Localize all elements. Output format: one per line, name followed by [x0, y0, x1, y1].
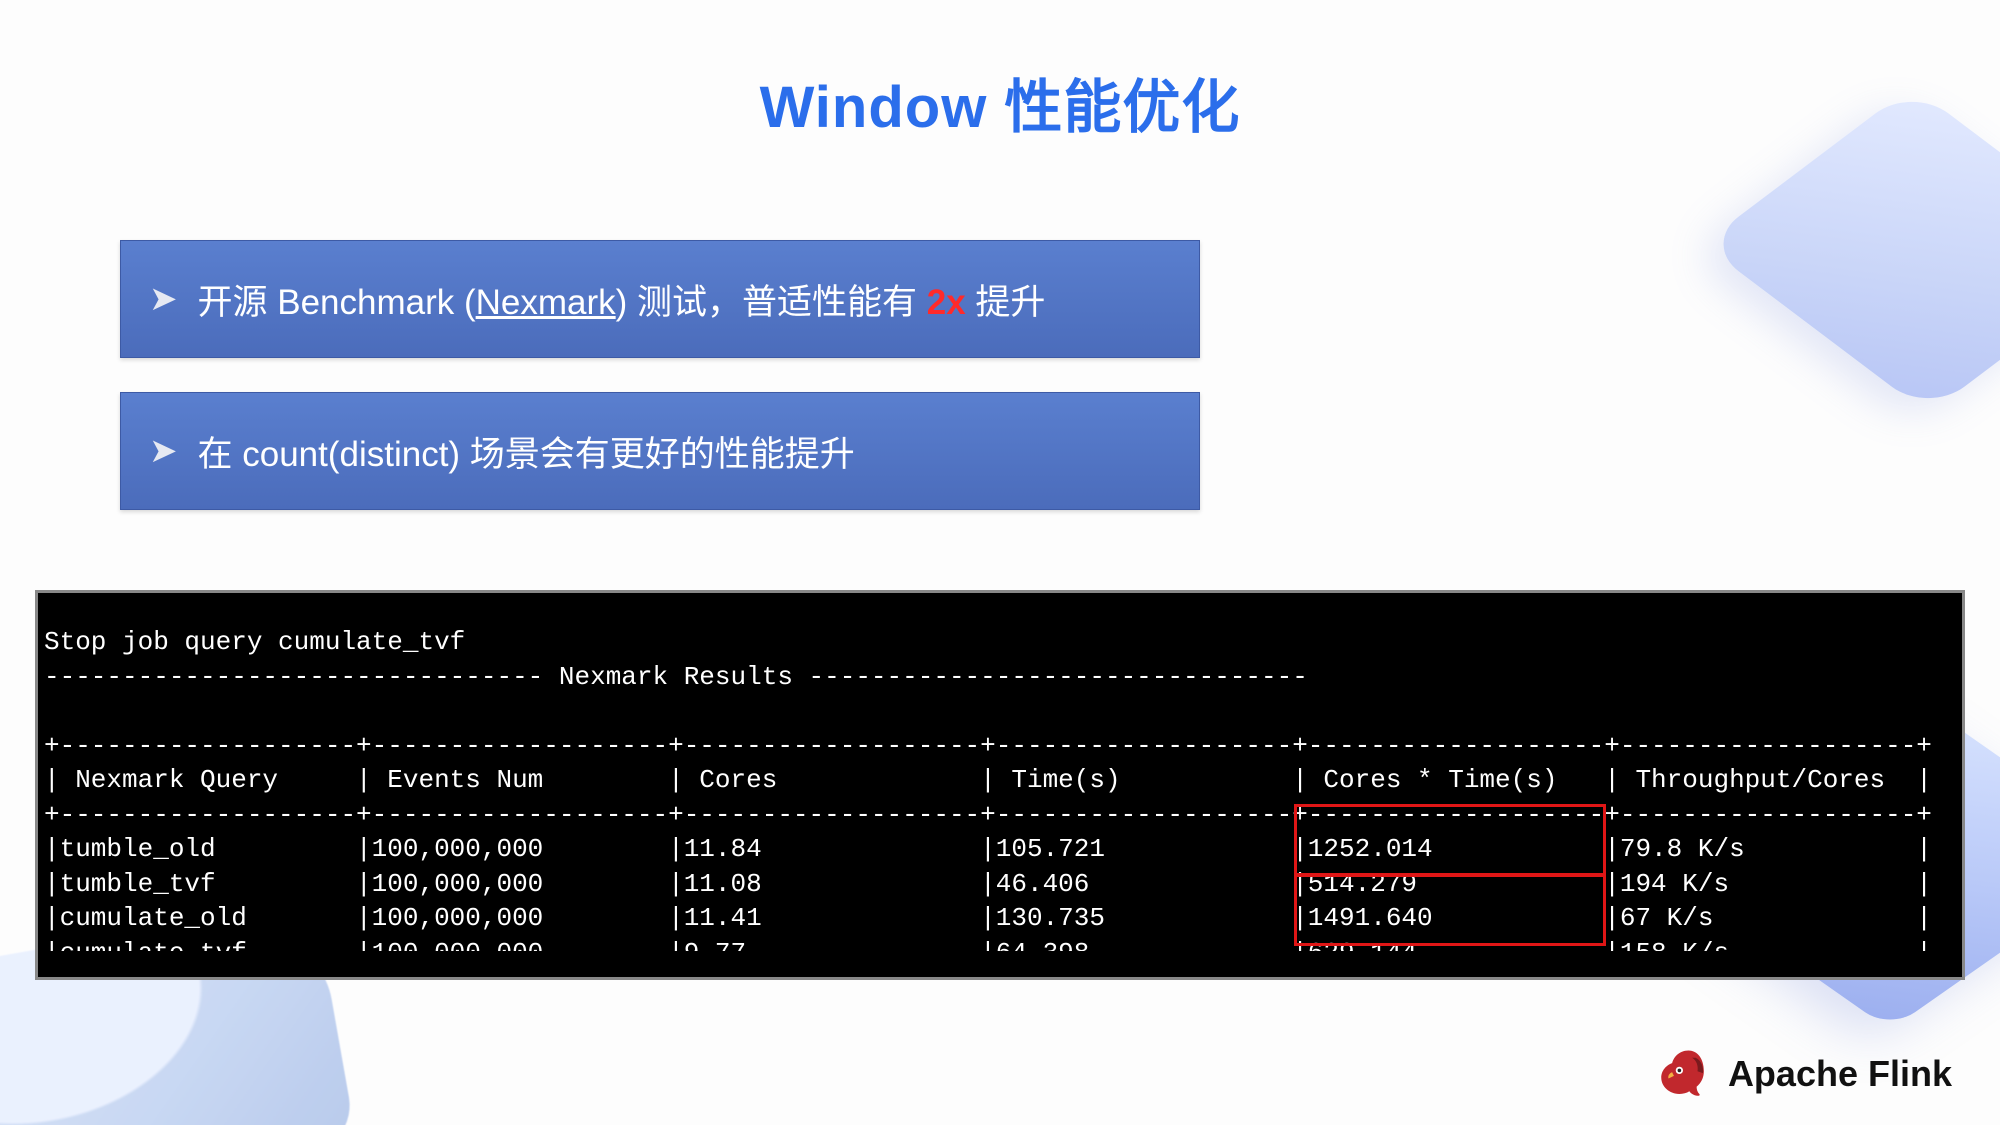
- nexmark-link[interactable]: Nexmark: [476, 283, 616, 322]
- footer-brand-label: Apache Flink: [1728, 1053, 1952, 1095]
- bullet-arrow-icon: ➤: [149, 279, 178, 319]
- bullet-1-highlight: 2x: [927, 283, 966, 322]
- terminal-output: Stop job query cumulate_tvf ------------…: [38, 619, 1962, 951]
- bullet-1-post: 提升: [966, 283, 1046, 322]
- bullet-benchmark-text: 开源 Benchmark (Nexmark) 测试，普适性能有 2x 提升: [198, 274, 1046, 325]
- slide-title: Window 性能优化: [0, 60, 2000, 144]
- footer-brand: Apache Flink: [1654, 1045, 1952, 1103]
- bullet-arrow-icon: ➤: [149, 431, 178, 471]
- bullet-2-text: 在 count(distinct) 场景会有更好的性能提升: [198, 426, 855, 477]
- bullet-1-pre: 开源 Benchmark (: [198, 283, 476, 322]
- bullet-1-mid: ) 测试，普适性能有: [616, 283, 927, 322]
- bullet-benchmark: ➤ 开源 Benchmark (Nexmark) 测试，普适性能有 2x 提升: [120, 240, 1200, 358]
- terminal-panel: Stop job query cumulate_tvf ------------…: [35, 590, 1965, 980]
- flink-squirrel-icon: [1654, 1045, 1712, 1103]
- bullet-count-distinct: ➤ 在 count(distinct) 场景会有更好的性能提升: [120, 392, 1200, 510]
